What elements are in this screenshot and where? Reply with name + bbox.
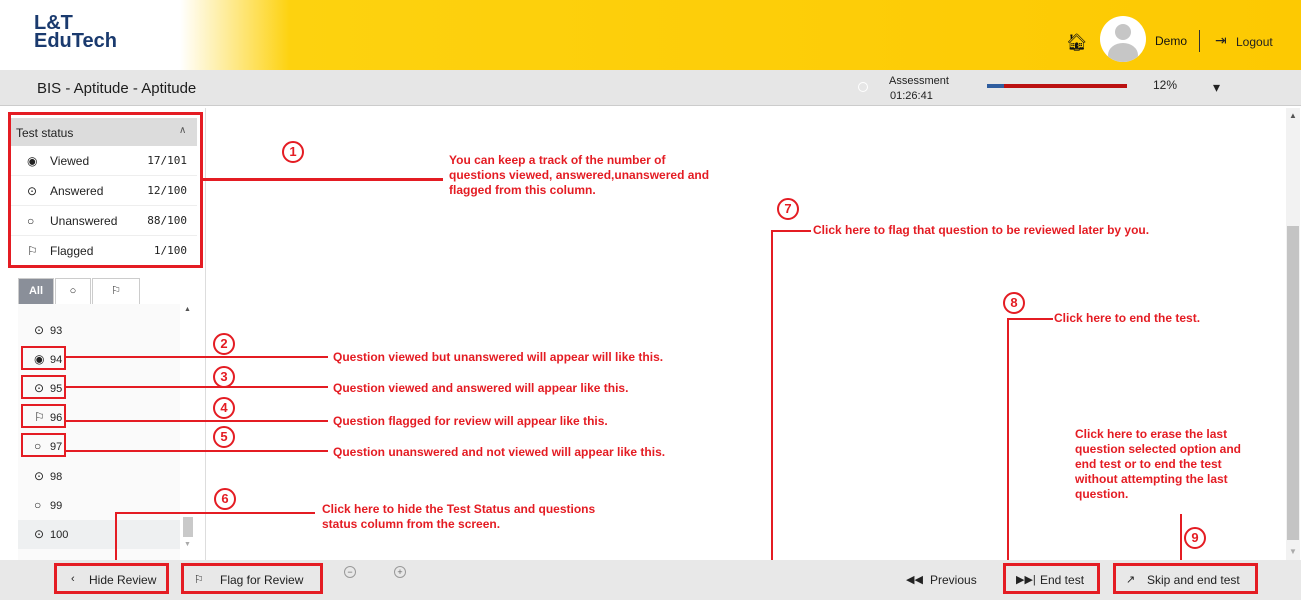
radio-empty-icon: ○ — [69, 285, 77, 297]
annotation-line-8h — [1007, 318, 1053, 320]
annotation-5: Question unanswered and not viewed will … — [333, 445, 666, 459]
chevron-left-icon: ‹ — [71, 573, 75, 585]
annotation-line-4 — [66, 420, 328, 422]
annotation-9: Click here to erase the last question se… — [1075, 427, 1242, 501]
annotation-2: Question viewed but unanswered will appe… — [333, 350, 664, 364]
annotation-line-6h — [115, 512, 315, 514]
radio-checked-icon: ⊙ — [34, 527, 45, 541]
question-item[interactable]: ⊙ 100 — [18, 520, 180, 549]
hide-review-button[interactable]: ‹ Hide Review — [54, 563, 169, 594]
radio-checked-icon: ⊙ — [27, 184, 38, 198]
marker-5: 5 — [213, 426, 235, 448]
annotation-line-6v — [115, 512, 117, 566]
tab-flagged[interactable]: ⚐ — [92, 278, 140, 304]
list-scrollbar-thumb[interactable] — [183, 517, 193, 537]
highlight-viewed — [21, 346, 66, 370]
annotation-6: Click here to hide the Test Status and q… — [322, 502, 596, 531]
logout-link[interactable]: Logout — [1236, 35, 1273, 49]
annotation-line-5 — [66, 450, 328, 452]
flag-for-review-button[interactable]: ⚐ Flag for Review — [181, 563, 323, 594]
user-name: Demo — [1155, 34, 1188, 48]
highlight-answered — [21, 375, 66, 399]
test-status-title: Test status — [16, 126, 74, 140]
annotation-3: Question viewed and answered will appear… — [333, 381, 629, 395]
radio-empty-icon: ○ — [34, 498, 42, 512]
radio-checked-icon: ⊙ — [34, 323, 45, 337]
assessment-label: Assessment — [889, 75, 949, 87]
status-row-answered: ⊙ Answered 12/100 — [11, 176, 197, 206]
marker-7: 7 — [777, 198, 799, 220]
marker-4: 4 — [213, 397, 235, 419]
question-item[interactable]: ○ 99 — [18, 491, 180, 520]
clock-icon — [858, 82, 868, 92]
progress-fill — [987, 84, 1004, 88]
annotation-line-9 — [1180, 514, 1182, 564]
skip-and-end-test-button[interactable]: ↗ Skip and end test — [1113, 563, 1258, 594]
status-row-viewed: ◉ Viewed 17/101 — [11, 146, 197, 176]
progress-track — [987, 84, 1127, 88]
marker-6: 6 — [214, 488, 236, 510]
status-row-unanswered: ○ Unanswered 88/100 — [11, 206, 197, 236]
status-row-flagged: ⚐ Flagged 1/100 — [27, 244, 187, 258]
marker-1: 1 — [282, 141, 304, 163]
question-item[interactable]: ⊙ 98 — [18, 462, 180, 491]
chevron-up-icon[interactable]: ∧ — [179, 125, 186, 136]
scroll-down-icon[interactable]: ▼ — [1289, 547, 1297, 556]
radio-checked-icon: ⊙ — [34, 469, 45, 483]
flag-icon: ⚐ — [111, 285, 121, 297]
header-divider — [1199, 30, 1200, 52]
marker-9: 9 — [1184, 527, 1206, 549]
previous-button[interactable]: Previous — [930, 573, 977, 587]
external-link-icon: ↗ — [1126, 574, 1136, 586]
annotation-8: Click here to end the test. — [1054, 311, 1201, 325]
page-title: BIS - Aptitude - Aptitude — [37, 80, 197, 97]
question-item[interactable]: ⊙ 93 — [18, 316, 180, 345]
annotation-1: You can keep a track of the number of qu… — [449, 153, 710, 197]
tab-unanswered[interactable]: ○ — [55, 278, 91, 304]
home-icon[interactable]: 🏠︎ — [1066, 33, 1088, 53]
avatar[interactable] — [1100, 16, 1146, 62]
marker-8: 8 — [1003, 292, 1025, 314]
filter-tabs: All ○ ⚐ — [18, 278, 198, 304]
annotation-4: Question flagged for review will appear … — [333, 414, 608, 428]
annotation-line-2 — [66, 356, 328, 358]
list-scroll-up-icon[interactable]: ▲ — [184, 306, 191, 313]
zoom-out-icon[interactable]: − — [344, 566, 356, 578]
highlight-unanswered — [21, 433, 66, 457]
zoom-in-icon[interactable]: + — [394, 566, 406, 578]
wifi-icon: ▾ — [1213, 79, 1221, 95]
annotation-line-7t — [771, 230, 811, 232]
previous-icon[interactable]: ◀◀ — [906, 573, 923, 586]
end-test-button[interactable]: ▶▶| End test — [1003, 563, 1100, 594]
annotation-line-1 — [203, 178, 443, 181]
skip-to-end-icon: ▶▶| — [1016, 574, 1036, 586]
eye-icon: ◉ — [27, 154, 38, 168]
scroll-up-icon[interactable]: ▲ — [1289, 111, 1297, 120]
flag-icon: ⚐ — [27, 244, 38, 258]
annotation-line-8v — [1007, 318, 1009, 566]
radio-empty-icon: ○ — [27, 214, 35, 228]
flag-icon: ⚐ — [194, 574, 204, 586]
highlight-flagged — [21, 404, 66, 428]
tab-all[interactable]: All — [18, 278, 54, 304]
marker-3: 3 — [213, 366, 235, 388]
lt-edutech-logo: L&T EduTech — [34, 12, 117, 52]
annotation-7: Click here to flag that question to be r… — [813, 223, 1150, 237]
list-scroll-down-icon[interactable]: ▼ — [184, 541, 191, 548]
main-scrollbar-thumb[interactable] — [1287, 226, 1299, 540]
progress-percent: 12% — [1153, 78, 1178, 92]
logout-icon[interactable]: ⇥ — [1215, 32, 1227, 49]
marker-2: 2 — [213, 333, 235, 355]
annotation-line-3 — [66, 386, 328, 388]
assessment-timer: 01:26:41 — [890, 90, 933, 102]
annotation-line-7v — [771, 230, 773, 579]
